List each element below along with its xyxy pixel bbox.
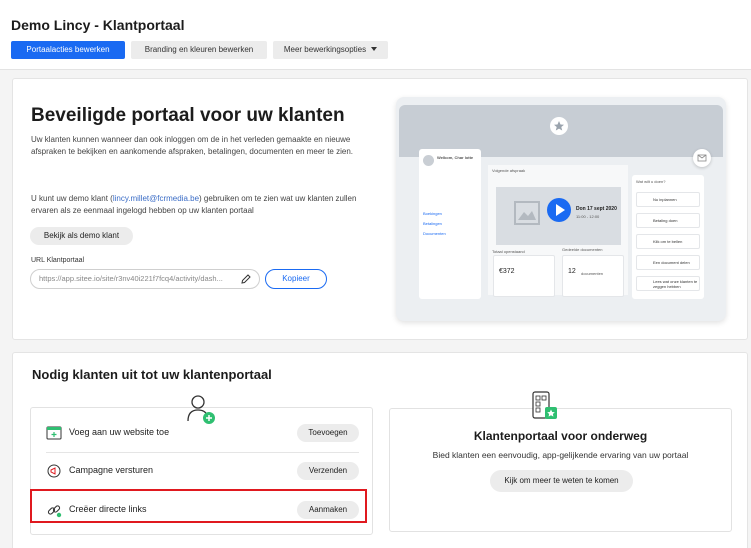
tab-portal-actions[interactable]: Portaalacties bewerken <box>11 41 125 59</box>
mail-icon <box>693 149 711 167</box>
tab-more-options[interactable]: Meer bewerkingsopties <box>273 41 388 59</box>
mockup-date: Don 17 sept 2020 <box>576 206 617 212</box>
image-icon <box>514 201 540 225</box>
mockup-total-tile: €372 <box>493 255 555 297</box>
portal-url-field[interactable]: https://app.sitee.io/site/r3nv40i221f7fc… <box>30 269 260 289</box>
demo-email-link[interactable]: lincy.millet@fcrmedia.be <box>113 194 199 203</box>
mobile-portal-title: Klantenportaal voor onderweg <box>473 429 648 443</box>
mockup-upcoming-label: Volgende afspraak <box>492 168 526 173</box>
mockup-actions-title: Wat wilt u doen? <box>636 179 666 184</box>
mockup-recent-tile: 12 documenten <box>562 255 624 297</box>
megaphone-icon <box>47 464 61 478</box>
portal-title: Beveiligde portaal voor uw klanten <box>31 105 345 126</box>
play-icon <box>547 198 571 222</box>
mobile-portal-box: Klantenportaal voor onderweg Bied klante… <box>389 408 732 532</box>
view-as-demo-button[interactable]: Bekijk als demo klant <box>30 227 133 245</box>
highlight-box <box>30 489 367 523</box>
mockup-total-value: €372 <box>499 268 515 275</box>
demo-text: U kunt uw demo klant (lincy.millet@fcrme… <box>31 193 371 216</box>
tab-branding[interactable]: Branding en kleuren bewerken <box>131 41 267 59</box>
caret-down-icon <box>371 47 378 51</box>
mobile-portal-description: Bied klanten een eenvoudig, app-gelijken… <box>432 450 689 460</box>
portal-description: Uw klanten kunnen wanneer dan ook inlogg… <box>31 135 353 156</box>
copy-button[interactable]: Kopieer <box>265 269 327 289</box>
mockup-action-4: Een document delen <box>636 255 700 270</box>
portal-card: Beveiligde portaal voor uw klanten Uw kl… <box>12 78 748 340</box>
add-website-label: Voeg aan uw website toe <box>69 427 170 437</box>
mockup-total-label: Totaal openstaand <box>492 249 525 254</box>
campaign-label: Campagne versturen <box>69 465 154 475</box>
mockup-time: 11:00 - 12:00 <box>576 214 600 219</box>
top-header: Demo Lincy - Klantportaal Portaalacties … <box>0 0 751 70</box>
portal-mockup-image: Welkom, Char lotte Boekingen Betalingen … <box>396 97 726 321</box>
avatar <box>423 155 434 166</box>
mockup-recent-unit: documenten <box>581 271 604 276</box>
mockup-recent-value: 12 <box>568 268 576 275</box>
portal-url-value: https://app.sitee.io/site/r3nv40i221f7fc… <box>39 274 223 283</box>
star-icon <box>550 117 568 135</box>
pencil-icon[interactable] <box>240 273 252 285</box>
mockup-action-1: Nu inplannen <box>636 192 700 207</box>
app-title: Demo Lincy - Klantportaal <box>11 17 185 33</box>
mockup-side-link-2: Betalingen <box>423 221 442 226</box>
mockup-recent-label: Gedeelde documenten <box>562 247 603 252</box>
mockup-action-2: Betaling doen <box>636 213 700 228</box>
tab-more-label: Meer bewerkingsopties <box>283 45 367 54</box>
browser-add-icon <box>46 426 62 440</box>
list-item-campaign: Campagne versturen Verzenden <box>31 452 372 490</box>
mockup-action-5: Lees wat onze klanten te zeggen hebben <box>636 276 700 291</box>
add-button[interactable]: Toevoegen <box>297 424 359 442</box>
url-label: URL Klantportaal <box>31 257 85 264</box>
user-plus-icon <box>187 395 215 424</box>
demo-text-before: U kunt uw demo klant ( <box>31 194 113 203</box>
mockup-side-link-1: Boekingen <box>423 211 442 216</box>
learn-more-button[interactable]: Kijk om meer te weten te komen <box>490 470 633 492</box>
send-button[interactable]: Verzenden <box>297 462 359 480</box>
mockup-side-link-3: Documenten <box>423 231 446 236</box>
mockup-action-3: Klik om te bellen <box>636 234 700 249</box>
invite-title: Nodig klanten uit tot uw klantenportaal <box>32 367 272 382</box>
mockup-sidebar: Welkom, Char lotte Boekingen Betalingen … <box>419 149 481 299</box>
mobile-app-icon <box>532 391 557 419</box>
mockup-welcome: Welkom, Char lotte <box>437 155 474 160</box>
